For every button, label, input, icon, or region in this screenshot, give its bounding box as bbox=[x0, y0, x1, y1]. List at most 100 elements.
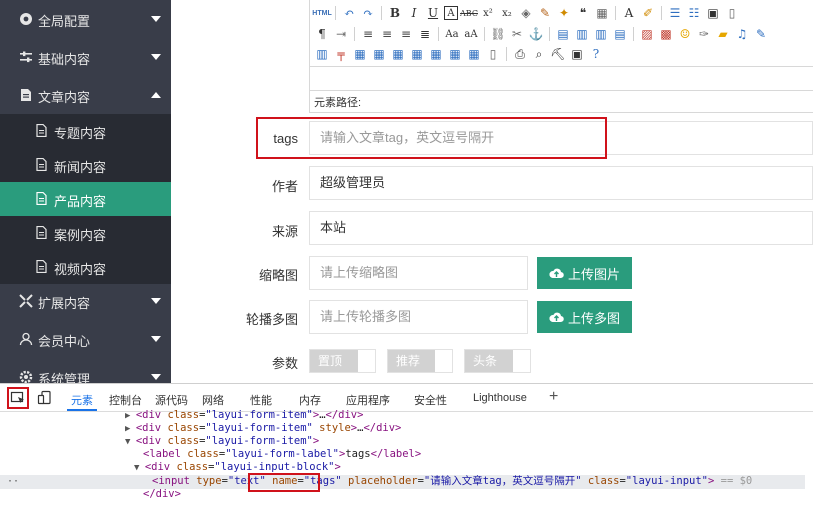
emoji-icon[interactable]: ☺ bbox=[677, 26, 693, 42]
html-source-button[interactable]: HTML bbox=[312, 5, 331, 21]
thumbnail-input[interactable]: 请上传缩略图 bbox=[309, 256, 528, 290]
upload-multi-button[interactable]: 上传多图 bbox=[537, 301, 632, 333]
format-brush-icon[interactable]: ✎ bbox=[537, 5, 553, 21]
source-input[interactable]: 本站 bbox=[309, 211, 813, 245]
superscript-icon[interactable]: x² bbox=[480, 5, 496, 21]
align-left-icon[interactable]: ≡ bbox=[360, 26, 376, 42]
image-float-none-icon[interactable]: ▤ bbox=[555, 26, 571, 42]
tab-security[interactable]: 安全性 bbox=[414, 392, 447, 408]
pagebreak-icon[interactable]: ╤ bbox=[333, 46, 349, 62]
split-cells-icon[interactable]: ▯ bbox=[485, 46, 501, 62]
unordered-list-icon[interactable]: ☷ bbox=[686, 5, 702, 21]
tab-console[interactable]: 控制台 bbox=[109, 392, 142, 408]
scrawl-icon[interactable]: ✑ bbox=[696, 26, 712, 42]
image-float-left-icon[interactable]: ▥ bbox=[574, 26, 590, 42]
clear-doc-icon[interactable]: ▦ bbox=[594, 5, 610, 21]
clip-icon[interactable]: ✎ bbox=[753, 26, 769, 42]
author-input[interactable]: 超级管理员 bbox=[309, 166, 813, 200]
tab-elements[interactable]: 元素 bbox=[71, 392, 93, 408]
quote-icon[interactable]: ❝ bbox=[575, 5, 591, 21]
sidebar-item-topic[interactable]: 专题内容 bbox=[0, 114, 171, 148]
link-icon[interactable]: ⛓ bbox=[490, 26, 506, 42]
strikethrough-icon[interactable]: ABC bbox=[460, 5, 478, 21]
chevron-down-icon bbox=[151, 374, 161, 380]
attachment-icon[interactable]: ▰ bbox=[715, 26, 731, 42]
delete-row-icon[interactable]: ▦ bbox=[409, 46, 425, 62]
redo-icon[interactable]: ↷ bbox=[360, 5, 376, 21]
merge-cells-icon[interactable]: ▦ bbox=[466, 46, 482, 62]
undo-icon[interactable]: ↶ bbox=[341, 5, 357, 21]
font-color-icon[interactable]: A bbox=[621, 5, 637, 21]
name-attr-highlight-box bbox=[248, 473, 320, 492]
tab-lighthouse[interactable]: Lighthouse bbox=[473, 392, 527, 404]
auto-format-icon[interactable]: ✦ bbox=[556, 5, 572, 21]
sidebar-item-case[interactable]: 案例内容 bbox=[0, 216, 171, 250]
sidebar-group-article-content[interactable]: 文章内容 bbox=[0, 76, 171, 114]
sidebar-group-member-center[interactable]: 会员中心 bbox=[0, 320, 171, 358]
dom-node-label[interactable]: <label class="layui-form-label">tags</la… bbox=[143, 448, 421, 461]
lowercase-icon[interactable]: aA bbox=[463, 26, 479, 42]
new-doc-icon[interactable]: ▯ bbox=[724, 5, 740, 21]
sidebar-item-news[interactable]: 新闻内容 bbox=[0, 148, 171, 182]
align-justify-icon[interactable]: ≣ bbox=[417, 26, 433, 42]
tab-memory[interactable]: 内存 bbox=[299, 392, 321, 408]
italic-icon[interactable]: I bbox=[406, 5, 422, 21]
dom-node-input[interactable]: <input type="text" name="tags" placehold… bbox=[152, 475, 752, 488]
drafts-icon[interactable]: ▣ bbox=[569, 46, 585, 62]
unlink-icon[interactable]: ✂ bbox=[509, 26, 525, 42]
dom-node-div-close[interactable]: </div> bbox=[143, 488, 181, 501]
sidebar-group-global-config[interactable]: 全局配置 bbox=[0, 0, 171, 38]
insert-table-icon[interactable]: ▦ bbox=[352, 46, 368, 62]
device-toolbar-icon[interactable] bbox=[37, 390, 53, 406]
horizontal-rule-icon[interactable]: ▥ bbox=[314, 46, 330, 62]
align-right-icon[interactable]: ≡ bbox=[398, 26, 414, 42]
sidebar-item-product[interactable]: 产品内容 bbox=[0, 182, 171, 216]
highlight-color-icon[interactable]: ✐ bbox=[640, 5, 656, 21]
gallery-input[interactable]: 请上传轮播多图 bbox=[309, 300, 528, 334]
tab-network[interactable]: 网络 bbox=[202, 392, 224, 408]
bold-icon[interactable]: B bbox=[387, 5, 403, 21]
tab-application[interactable]: 应用程序 bbox=[346, 392, 390, 408]
preview-icon[interactable]: ⌕ bbox=[531, 46, 547, 62]
subscript-icon[interactable]: x₂ bbox=[499, 5, 515, 21]
tab-performance[interactable]: 性能 bbox=[250, 392, 272, 408]
switch-top[interactable]: 置顶 bbox=[309, 349, 376, 373]
multi-image-icon[interactable]: ▩ bbox=[658, 26, 674, 42]
delete-table-icon[interactable]: ▦ bbox=[371, 46, 387, 62]
sidebar-group-system-management[interactable]: 系统管理 bbox=[0, 358, 171, 383]
music-icon[interactable]: ♫ bbox=[734, 26, 750, 42]
font-border-icon[interactable]: A bbox=[444, 6, 458, 20]
sidebar-item-video[interactable]: 视频内容 bbox=[0, 250, 171, 284]
add-tab-icon[interactable]: + bbox=[549, 388, 558, 406]
params-label: 参数 bbox=[271, 356, 298, 371]
image-float-right-icon[interactable]: ▥ bbox=[593, 26, 609, 42]
help-icon[interactable]: ? bbox=[588, 46, 604, 62]
image-icon[interactable]: ▨ bbox=[639, 26, 655, 42]
select-all-icon[interactable]: ▣ bbox=[705, 5, 721, 21]
search-replace-icon[interactable]: ⛏ bbox=[550, 46, 566, 62]
image-center-icon[interactable]: ▤ bbox=[612, 26, 628, 42]
dom-node-form-item-3[interactable]: ▼ <div class="layui-form-item"> bbox=[125, 435, 319, 448]
sidebar-group-basic-content[interactable]: 基础内容 bbox=[0, 38, 171, 76]
switch-headline[interactable]: 头条 bbox=[464, 349, 531, 373]
ordered-list-icon[interactable]: ☰ bbox=[667, 5, 683, 21]
eraser-icon[interactable]: ◈ bbox=[518, 5, 534, 21]
align-center-icon[interactable]: ≡ bbox=[379, 26, 395, 42]
chevron-down-icon bbox=[151, 16, 161, 22]
delete-col-icon[interactable]: ▦ bbox=[447, 46, 463, 62]
sidebar-group-label: 系统管理 bbox=[38, 372, 91, 383]
paragraph-icon[interactable]: ¶ bbox=[314, 26, 330, 42]
dom-node-form-item-1[interactable]: ▶ <div class="layui-form-item">…</div> bbox=[125, 409, 363, 422]
insert-row-icon[interactable]: ▦ bbox=[390, 46, 406, 62]
switch-recommend[interactable]: 推荐 bbox=[387, 349, 453, 373]
tab-sources[interactable]: 源代码 bbox=[155, 392, 188, 408]
print-icon[interactable]: ⎙ bbox=[512, 46, 528, 62]
upload-image-button[interactable]: 上传图片 bbox=[537, 257, 632, 289]
underline-icon[interactable]: U bbox=[425, 5, 441, 21]
dom-node-form-item-2[interactable]: ▶ <div class="layui-form-item" style>…</… bbox=[125, 422, 401, 435]
sidebar-group-extended-content[interactable]: 扩展内容 bbox=[0, 282, 171, 320]
indent-icon[interactable]: ⇥ bbox=[333, 26, 349, 42]
uppercase-icon[interactable]: Aa bbox=[444, 26, 460, 42]
anchor-icon[interactable]: ⚓ bbox=[528, 26, 544, 42]
insert-col-icon[interactable]: ▦ bbox=[428, 46, 444, 62]
